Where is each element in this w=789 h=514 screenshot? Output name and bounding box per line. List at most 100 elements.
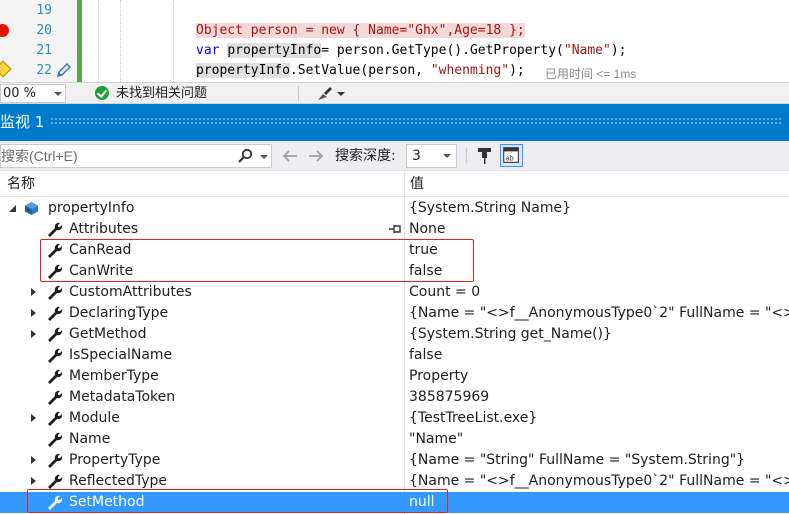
watch-row-value[interactable]: {Name = "<>f__AnonymousType0`2" FullName… — [409, 471, 789, 492]
watch-row-value[interactable]: {Name = "<>f__AnonymousType0`2" FullName… — [409, 303, 789, 324]
keyword: var — [196, 43, 220, 58]
watch-row-value[interactable]: {System.String Name} — [409, 198, 571, 219]
watch-row-value[interactable]: None — [409, 219, 446, 240]
expand-arrow-icon[interactable] — [31, 477, 36, 485]
property-wrench-icon — [48, 327, 63, 342]
watch-row-name: DeclaringType — [69, 305, 169, 321]
watch-row-name: CanWrite — [69, 263, 134, 279]
code-line-20[interactable]: Object person = new { Name="Ghx",Age=18 … — [196, 23, 525, 38]
code-text: = person.GetType().GetProperty( — [321, 43, 564, 58]
watch-row-value[interactable]: false — [409, 345, 442, 366]
watch-row-value[interactable]: {TestTreeList.exe} — [409, 408, 537, 429]
search-input[interactable] — [1, 145, 229, 167]
watch-row-value[interactable]: Property — [409, 366, 468, 387]
watch-row-value[interactable]: Count = 0 — [409, 282, 480, 303]
chevron-down-icon[interactable] — [260, 155, 268, 159]
property-wrench-icon — [48, 411, 63, 426]
property-wrench-icon — [48, 264, 63, 279]
watch-row-value[interactable]: {System.String get_Name()} — [409, 324, 612, 345]
string-literal: "whenming" — [430, 63, 510, 78]
watch-row-value[interactable]: 385875969 — [409, 387, 489, 408]
code-line-21[interactable]: var propertyInfo= person.GetType().GetPr… — [196, 43, 627, 58]
watch-row-name: ReflectedType — [69, 473, 167, 489]
zoom-value: 00 % — [3, 86, 37, 101]
watch-row-name: GetMethod — [69, 326, 147, 342]
code-text: .SetValue(person, — [289, 63, 431, 78]
expand-arrow-icon[interactable] — [31, 456, 36, 464]
chevron-down-icon — [54, 92, 62, 96]
expand-arrow-icon[interactable] — [31, 288, 36, 296]
indent-guide — [98, 0, 99, 82]
issues-status[interactable]: 未找到相关问题 — [116, 84, 207, 103]
collapse-arrow-icon[interactable] — [8, 204, 18, 214]
watch-row[interactable]: MemberType Property — [0, 366, 789, 387]
search-next-button[interactable] — [305, 146, 327, 166]
chevron-down-icon — [443, 154, 451, 158]
watch-row-name: MetadataToken — [69, 389, 176, 405]
elapsed-time-hint[interactable]: 已用时间 <= 1ms — [545, 65, 636, 82]
watch-row-value[interactable]: false — [409, 261, 442, 282]
search-depth-label: 搜索深度: — [335, 148, 396, 164]
drag-grip[interactable] — [50, 117, 783, 125]
watch-row-value[interactable]: {Name = "String" FullName = "System.Stri… — [409, 450, 745, 471]
expand-arrow-icon[interactable] — [31, 330, 36, 338]
watch-row[interactable]: ReflectedType {Name = "<>f__AnonymousTyp… — [0, 471, 789, 492]
indent-guide — [173, 0, 174, 82]
changes-bar — [77, 0, 82, 82]
search-depth-dropdown[interactable]: 3 — [406, 144, 457, 168]
watch-toolbar: 搜索深度: 3 ab — [0, 141, 789, 171]
indent-guide — [120, 0, 121, 82]
expand-arrow-icon[interactable] — [31, 414, 36, 422]
code-text: ); — [509, 63, 525, 78]
watch-row[interactable]: DeclaringType {Name = "<>f__AnonymousTyp… — [0, 303, 789, 324]
tab-columns-button[interactable]: ab — [500, 144, 523, 167]
search-previous-button[interactable] — [279, 146, 301, 166]
watch-window-title-bar[interactable]: 监视 1 — [0, 104, 789, 141]
watch-row-name: Module — [69, 410, 120, 426]
editor-gutter[interactable]: 19 20 21 22 — [0, 0, 76, 82]
toolbar-separator — [298, 86, 299, 101]
pin-columns-button[interactable] — [473, 144, 496, 167]
watch-row[interactable]: Name "Name" — [0, 429, 789, 450]
watch-row[interactable]: Attributes None — [0, 219, 789, 240]
watch-grid[interactable]: 名称 值 propertyInfo {System.String Name} A… — [0, 171, 789, 514]
watch-row-name: CustomAttributes — [69, 284, 192, 300]
column-header-name[interactable]: 名称 — [0, 171, 404, 197]
watch-row[interactable]: GetMethod {System.String get_Name()} — [0, 324, 789, 345]
watch-row[interactable]: PropertyType {Name = "String" FullName =… — [0, 450, 789, 471]
watch-row[interactable]: Module {TestTreeList.exe} — [0, 408, 789, 429]
code-text: ); — [610, 43, 627, 58]
check-circle-icon — [95, 86, 109, 100]
arrow-right-icon — [309, 150, 324, 162]
pin-icon — [478, 148, 491, 164]
watch-row[interactable]: CanWrite false — [0, 261, 789, 282]
watch-row[interactable]: MetadataToken 385875969 — [0, 387, 789, 408]
watch-row[interactable]: IsSpecialName false — [0, 345, 789, 366]
code-cleanup-button[interactable] — [315, 85, 349, 102]
watch-row-name: Name — [69, 431, 111, 447]
watch-row[interactable]: CanRead true — [0, 240, 789, 261]
property-wrench-icon — [48, 348, 63, 363]
watch-row[interactable]: CustomAttributes Count = 0 — [0, 282, 789, 303]
column-header-value[interactable]: 值 — [405, 171, 789, 197]
watch-row-selected[interactable]: SetMethod null — [0, 492, 789, 513]
watch-row-name: Attributes — [69, 221, 139, 237]
watch-row-root[interactable]: propertyInfo {System.String Name} — [0, 198, 789, 219]
pin-icon[interactable] — [388, 222, 402, 236]
property-wrench-icon — [48, 306, 63, 321]
property-wrench-icon — [48, 495, 63, 510]
watch-search-box — [0, 144, 272, 168]
edit-pencil-icon[interactable] — [55, 61, 73, 79]
watch-row-value[interactable]: null — [409, 492, 435, 513]
zoom-dropdown[interactable]: 00 % — [0, 84, 66, 103]
expand-arrow-icon[interactable] — [31, 309, 36, 317]
svg-text:ab: ab — [506, 154, 514, 163]
code-line-22[interactable]: propertyInfo.SetValue(person, "whenming"… — [196, 63, 525, 78]
code-editor[interactable]: 19 20 21 22 Object person = new { Name="… — [0, 0, 789, 82]
watch-row-value[interactable]: true — [409, 240, 438, 261]
watch-row-value[interactable]: "Name" — [409, 429, 463, 450]
toolbar-separator — [466, 148, 467, 163]
watch-row-name: IsSpecialName — [69, 347, 173, 363]
search-icon[interactable] — [237, 148, 253, 164]
property-wrench-icon — [48, 432, 63, 447]
